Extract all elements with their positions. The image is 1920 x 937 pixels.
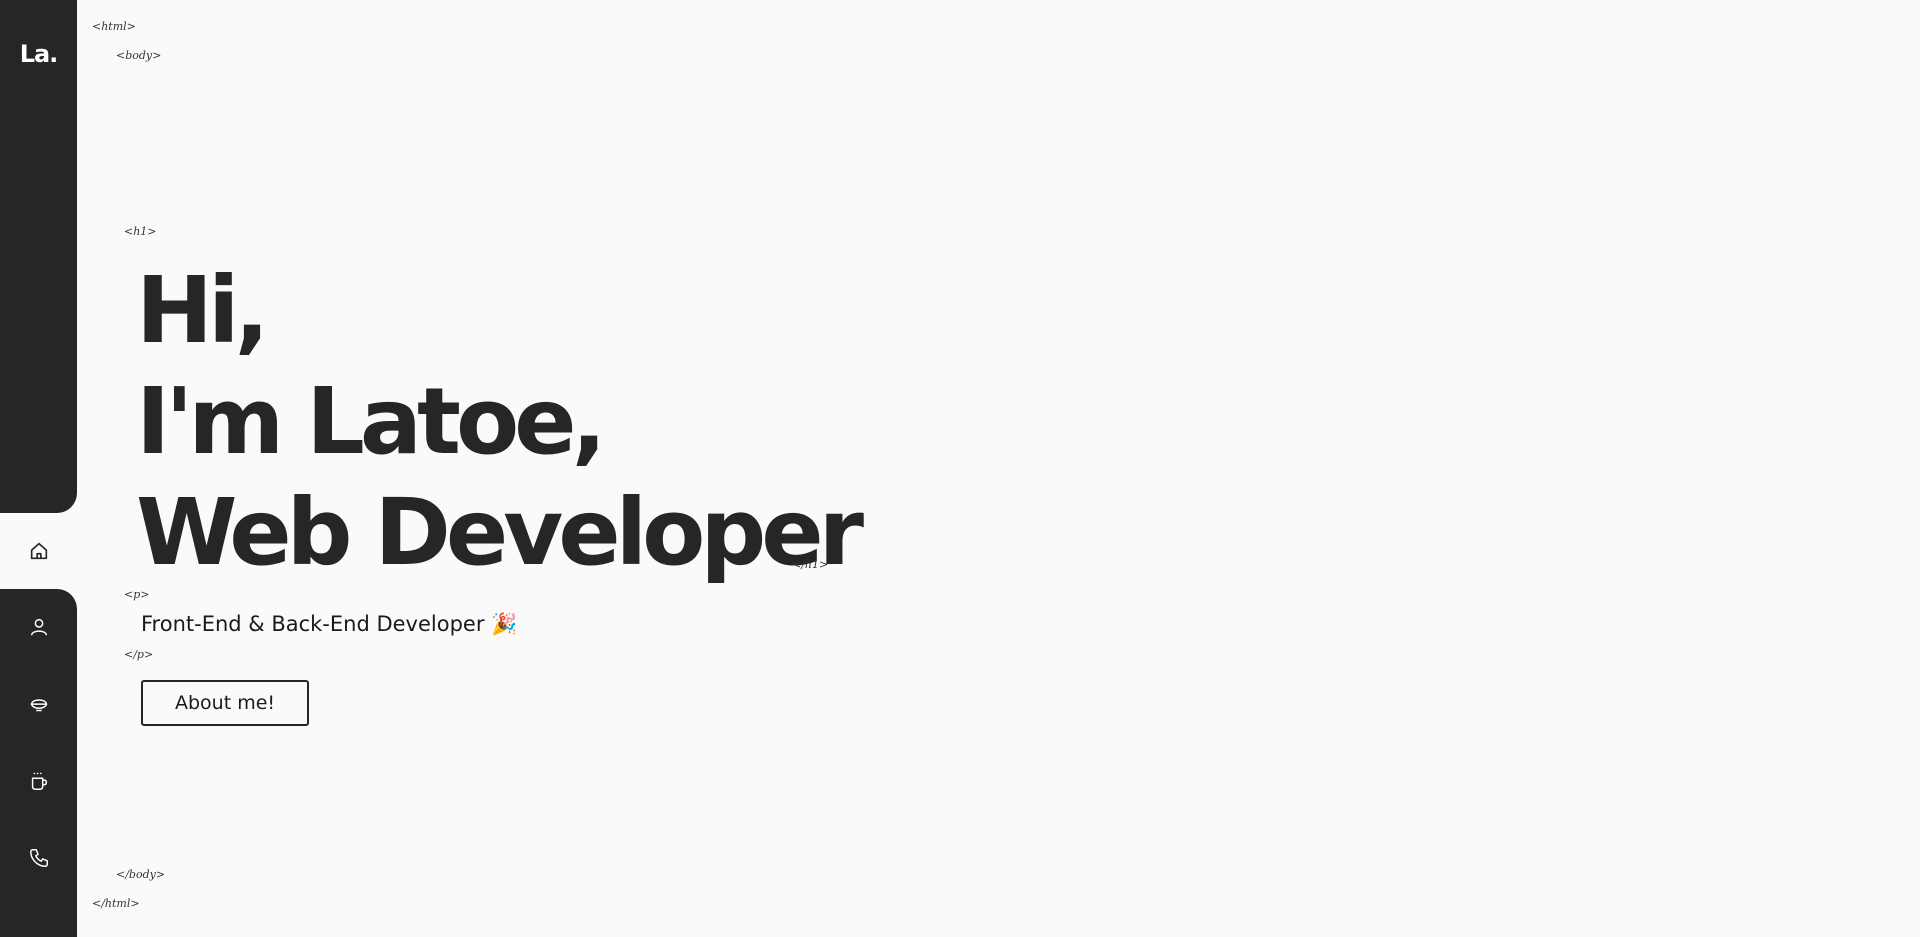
nav-contact[interactable] [0, 833, 77, 883]
h1-close-tag: </h1> [792, 558, 829, 571]
logo[interactable]: La. [0, 40, 77, 68]
nav-about[interactable] [0, 602, 77, 652]
body-close-tag: </body> [116, 868, 166, 881]
hero-line-role: Web Developer [136, 479, 864, 586]
nav-home[interactable] [0, 526, 77, 576]
sidebar: La. [0, 0, 77, 937]
hero-heading: Hi, I'm Latoe, Web Developer [136, 255, 864, 588]
hero-line-greeting: Hi, [136, 257, 269, 364]
user-icon [30, 618, 47, 636]
html-open-tag: <html> [92, 20, 136, 33]
sidebar-bottom-panel [0, 589, 77, 937]
home-icon [30, 542, 47, 560]
p-open-tag: <p> [124, 588, 150, 601]
coffee-cup-icon [31, 772, 47, 790]
nav-work[interactable] [0, 756, 77, 806]
about-me-button[interactable]: About me! [141, 680, 309, 726]
h1-open-tag: <h1> [124, 225, 157, 238]
p-close-tag: </p> [124, 648, 154, 661]
html-close-tag: </html> [92, 897, 140, 910]
body-open-tag: <body> [116, 49, 162, 62]
subtitle: Front-End & Back-End Developer 🎉 [141, 612, 518, 636]
nav-skills[interactable] [0, 680, 77, 730]
phone-icon [29, 849, 48, 867]
hero-line-name: I'm Latoe, [136, 368, 607, 475]
sidebar-top-panel: La. [0, 0, 77, 513]
bowl-icon [30, 699, 47, 712]
